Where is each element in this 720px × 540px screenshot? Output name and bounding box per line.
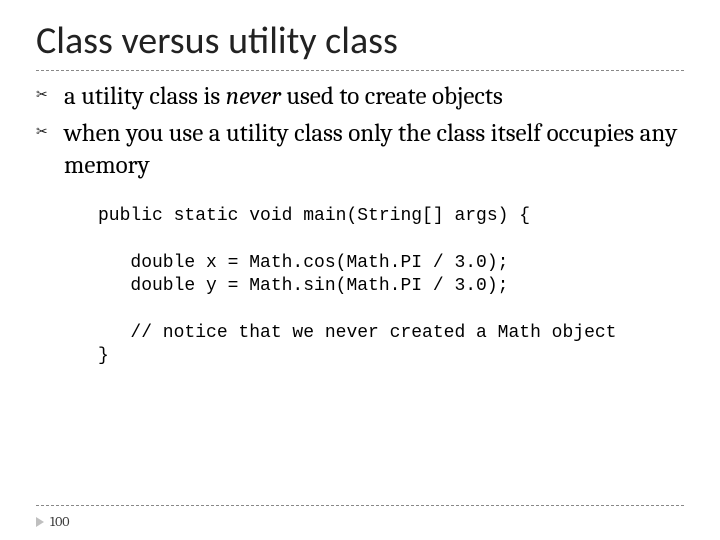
bullet-text-em: never [226, 82, 281, 111]
code-line: public static void main(String[] args) { [98, 206, 530, 226]
page-number-wrap: 100 [36, 513, 70, 530]
code-line: double x = Math.cos(Math.PI / 3.0); [98, 253, 508, 273]
page-number: 100 [50, 513, 70, 530]
slide: Class versus utility class ✂ a utility c… [0, 0, 720, 540]
bullet-list: ✂ a utility class is never used to creat… [36, 79, 684, 185]
code-line: } [98, 346, 109, 366]
list-item: ✂ when you use a utility class only the … [36, 116, 684, 185]
bullet-icon: ✂ [36, 86, 48, 104]
code-line: // notice that we never created a Math o… [98, 323, 616, 343]
code-line: double y = Math.sin(Math.PI / 3.0); [98, 276, 508, 296]
page-arrow-icon [36, 517, 44, 527]
title-divider [36, 70, 684, 71]
bullet-text-post: used to create objects [281, 82, 503, 111]
slide-title: Class versus utility class [36, 18, 684, 66]
bullet-text-pre: a utility class is [64, 82, 226, 111]
code-block: public static void main(String[] args) {… [98, 205, 684, 369]
list-item: ✂ a utility class is never used to creat… [36, 79, 684, 116]
bullet-text-pre: when you use a utility class only the cl… [64, 119, 677, 179]
footer-divider [36, 505, 684, 506]
bullet-icon: ✂ [36, 123, 48, 141]
